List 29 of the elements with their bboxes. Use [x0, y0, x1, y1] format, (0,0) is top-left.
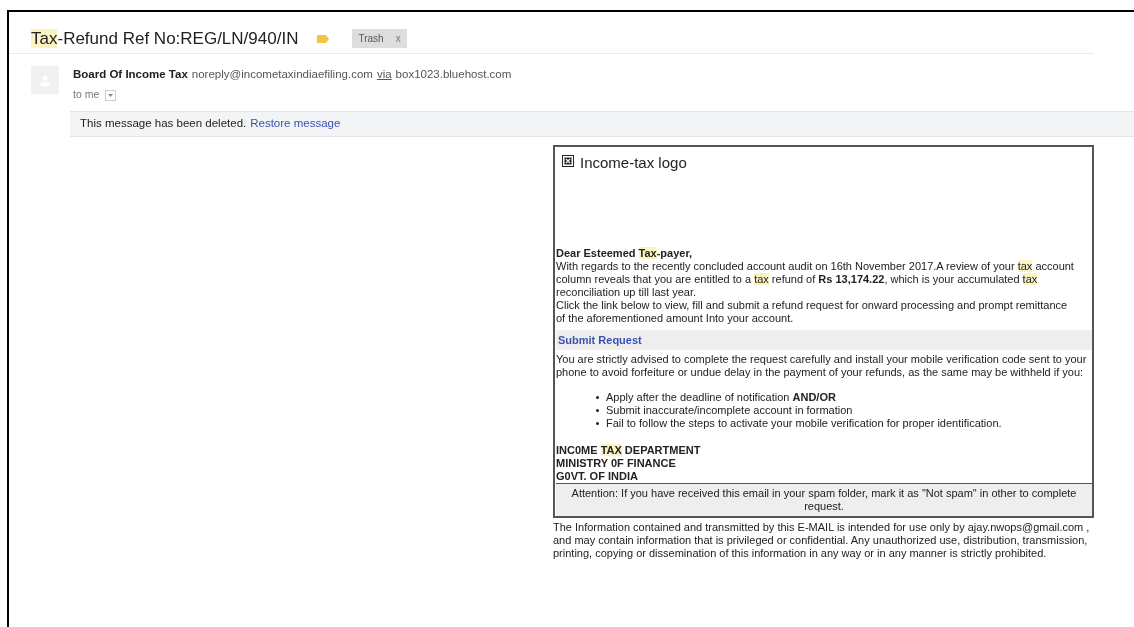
signature-line: INC0ME TAX DEPARTMENT — [556, 444, 702, 457]
bullet-icon — [596, 409, 599, 412]
restore-link[interactable]: Restore message — [250, 115, 341, 133]
deleted-notice: This message has been deleted. — [80, 116, 247, 132]
bullet-icon — [596, 396, 599, 399]
email-subject: Tax-Refund Ref No:REG/LN/940/IN — [31, 27, 299, 50]
body-paragraph: With regards to the recently concluded account audit on 16th November 2017.A review of your tax account column reveals that you are entitled to a tax refund of Rs 13,174.22, which is your accumulated tax reconciliation up till last year. — [556, 260, 1075, 299]
logo-alt-text: Income-tax logo — [580, 155, 687, 170]
attention-text: Attention: If you have received this email in your spam folder, mark it as "Not spam" in other to complete request. — [570, 487, 1078, 513]
bullet-text: Submit inaccurate/incomplete account in formation — [606, 404, 853, 417]
advice-paragraph: You are strictly advised to complete the request carefully and install your mobile verification code sent to your phone to avoid forfeiture or undue delay in the payment of your refunds, as the same may be withheld if you: — [556, 353, 1088, 379]
bullet-text: Fail to follow the steps to activate your mobile verification for proper identification. — [606, 417, 1002, 430]
relay-host: box1023.bluehost.com — [395, 67, 512, 82]
bullet-icon — [596, 422, 599, 425]
label-remove-button[interactable]: x — [395, 31, 401, 46]
broken-image-icon — [562, 155, 574, 167]
footer-disclaimer: The Information contained and transmitted by this E-MAIL is intended for use only by ajay.nwops@gmail.com , and may contain information that is privileged or confidential. Any unauthorized use, distribution, transmission, printing, copying or dissemination of this information in any way or in any manner is strictly prohibited. — [553, 521, 1091, 560]
signature-line: MINISTRY 0F FINANCE — [556, 457, 677, 470]
bullet-text: Apply after the deadline of notification AND/OR — [606, 391, 836, 404]
greeting: Dear Esteemed Tax-payer, — [556, 247, 694, 260]
sender-name: Board Of Income Tax — [73, 67, 188, 82]
dropdown-icon[interactable] — [105, 89, 117, 101]
signature-line: G0VT. OF INDIA — [556, 470, 639, 483]
trash-label: Trash x — [352, 29, 407, 48]
recipient-text: to me — [73, 87, 100, 103]
submit-request-link[interactable]: Submit Request — [558, 333, 642, 347]
via-link[interactable]: via — [376, 66, 392, 84]
body-paragraph: Click the link below to view, fill and submit a refund request for onward processing and prompt remittance of the aforementioned amount Into your account. — [556, 299, 1069, 325]
sender-email: noreply@incometaxindiaefiling.com — [191, 67, 373, 82]
